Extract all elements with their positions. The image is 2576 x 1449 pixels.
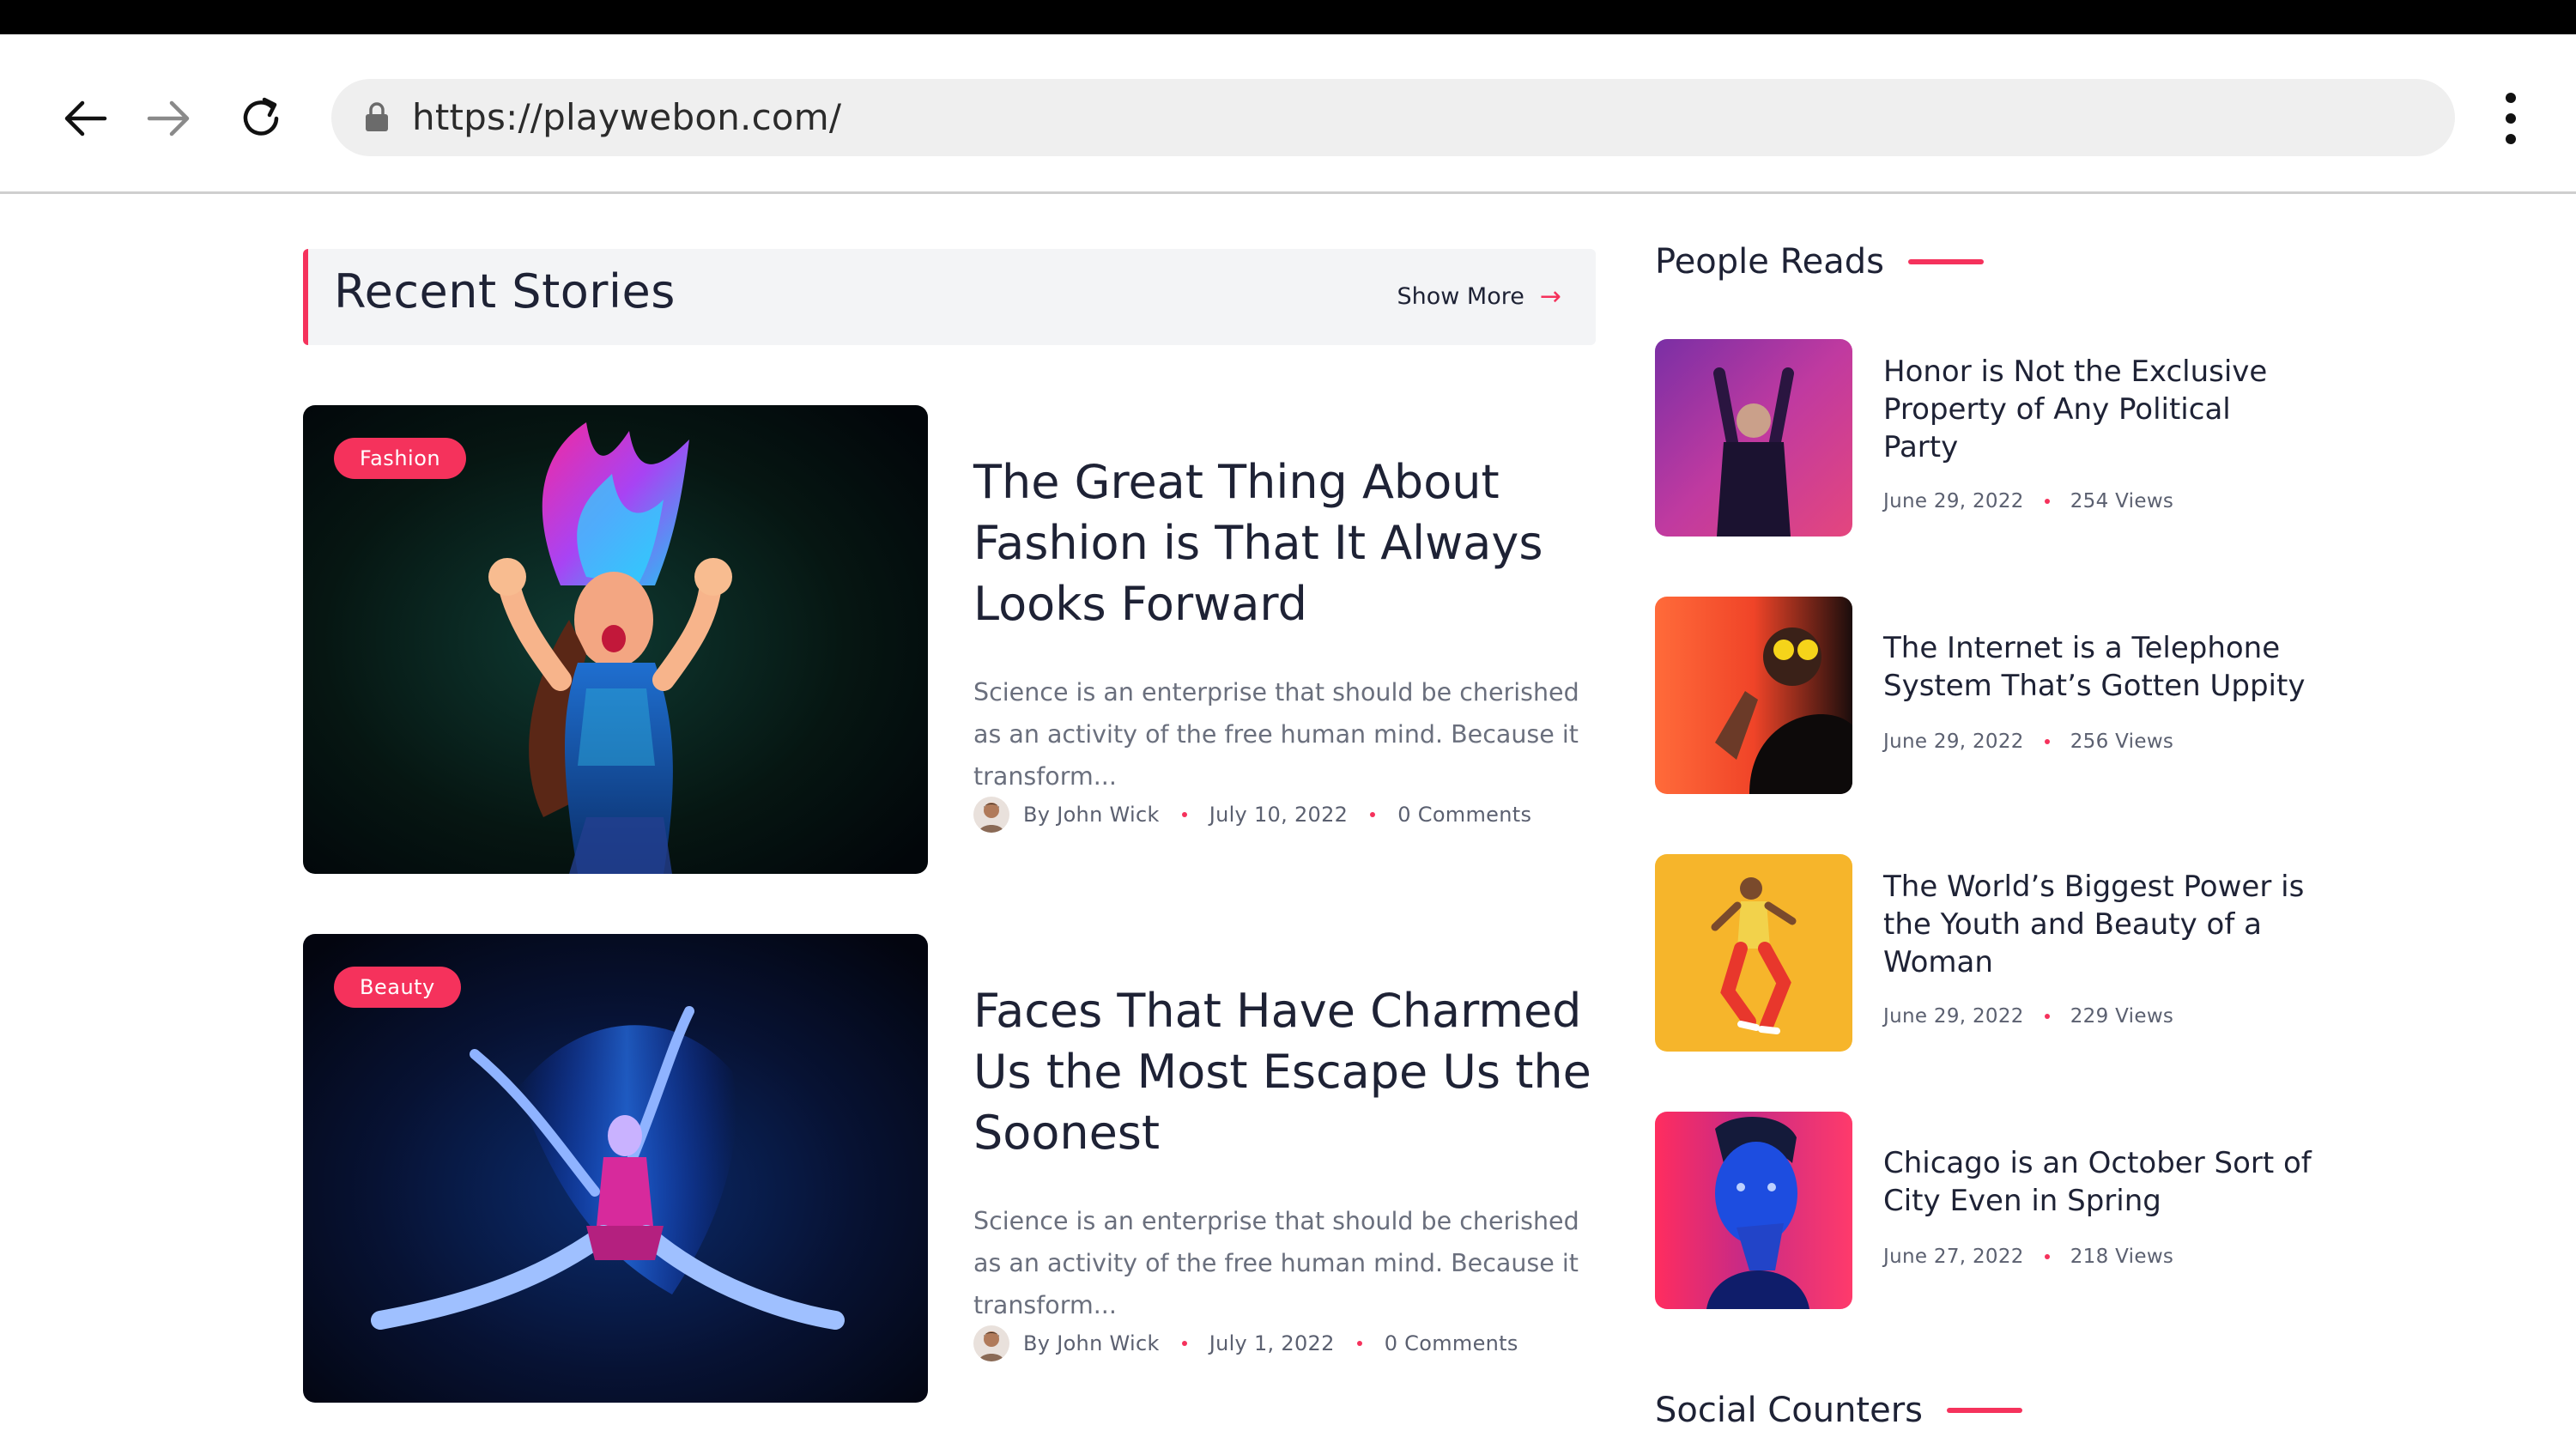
separator-dot [1356, 1341, 1362, 1346]
show-more-label: Show More [1397, 283, 1524, 310]
read-meta: June 29, 2022 256 Views [1883, 731, 2173, 753]
people-reads-heading: People Reads [1655, 242, 1984, 282]
read-title[interactable]: Honor is Not the Exclusive Property of A… [1883, 353, 2312, 466]
read-title[interactable]: Chicago is an October Sort of City Even … [1883, 1144, 2312, 1220]
heading-accent-line [1947, 1408, 2022, 1413]
forward-button[interactable] [134, 84, 203, 153]
read-views: 218 Views [2070, 1246, 2174, 1268]
address-bar[interactable]: https://playwebon.com/ [331, 79, 2455, 156]
author-link[interactable]: By John Wick [1023, 1331, 1160, 1355]
story-image[interactable]: Fashion [303, 405, 928, 874]
read-views: 229 Views [2070, 1005, 2174, 1028]
comments-link[interactable]: 0 Comments [1385, 1331, 1518, 1355]
section-title: Recent Stories [334, 264, 676, 318]
arrow-right-icon: → [1539, 282, 1561, 312]
people-read-item: Honor is Not the Exclusive Property of A… [1655, 339, 2324, 537]
recent-stories-header: Recent Stories Show More → [303, 249, 1596, 345]
separator-dot [2044, 739, 2050, 744]
show-more-link[interactable]: Show More → [1397, 282, 1561, 312]
post-date: July 10, 2022 [1209, 803, 1349, 827]
people-read-item: Chicago is an October Sort of City Even … [1655, 1112, 2324, 1309]
browser-menu-button[interactable] [2489, 82, 2532, 155]
read-title[interactable]: The World’s Biggest Power is the Youth a… [1883, 868, 2312, 981]
url-text: https://playwebon.com/ [412, 96, 842, 138]
avatar[interactable] [973, 1325, 1009, 1361]
separator-dot [2044, 1254, 2050, 1259]
reload-icon [243, 97, 279, 136]
back-button[interactable] [52, 84, 120, 153]
social-counters-title: Social Counters [1655, 1391, 1923, 1430]
separator-dot [1181, 812, 1187, 817]
read-title[interactable]: The Internet is a Telephone System That’… [1883, 629, 2312, 705]
read-thumbnail[interactable] [1655, 1112, 1852, 1309]
read-date: June 29, 2022 [1883, 731, 2024, 753]
author-link[interactable]: By John Wick [1023, 803, 1160, 827]
reload-button[interactable] [227, 84, 295, 153]
avatar[interactable] [973, 797, 1009, 833]
read-thumbnail[interactable] [1655, 854, 1852, 1052]
category-badge[interactable]: Fashion [334, 438, 467, 479]
heading-accent-line [1907, 259, 1984, 264]
read-date: June 27, 2022 [1883, 1246, 2024, 1268]
kebab-menu-icon [2506, 93, 2516, 103]
people-reads-title: People Reads [1655, 242, 1884, 282]
post-date: July 1, 2022 [1209, 1331, 1335, 1355]
separator-dot [1370, 812, 1376, 817]
separator-dot [1181, 1341, 1187, 1346]
arrow-right-icon [147, 100, 190, 136]
people-read-item: The World’s Biggest Power is the Youth a… [1655, 854, 2324, 1052]
read-views: 256 Views [2070, 731, 2174, 753]
separator-dot [2044, 499, 2050, 504]
browser-toolbar: https://playwebon.com/ [0, 34, 2576, 194]
category-badge[interactable]: Beauty [334, 967, 461, 1008]
read-thumbnail[interactable] [1655, 339, 1852, 537]
status-bar [0, 0, 2576, 34]
story-excerpt: Science is an enterprise that should be … [973, 1207, 1579, 1319]
read-meta: June 29, 2022 254 Views [1883, 490, 2173, 512]
story-excerpt: Science is an enterprise that should be … [973, 678, 1579, 791]
story-meta: By John Wick July 1, 2022 0 Comments [973, 1322, 1518, 1365]
read-meta: June 29, 2022 229 Views [1883, 1005, 2173, 1028]
read-views: 254 Views [2070, 490, 2174, 512]
read-thumbnail[interactable] [1655, 597, 1852, 794]
arrow-left-icon [64, 100, 107, 136]
story-card: Beauty Faces That Have Charmed Us the Mo… [303, 934, 1596, 1403]
read-date: June 29, 2022 [1883, 1005, 2024, 1028]
story-title[interactable]: The Great Thing About Fashion is That It… [973, 452, 1591, 634]
social-counters-heading: Social Counters [1655, 1391, 2022, 1430]
read-date: June 29, 2022 [1883, 490, 2024, 512]
story-card: Fashion The Great Thing About Fashion is… [303, 405, 1596, 874]
comments-link[interactable]: 0 Comments [1397, 803, 1531, 827]
lock-icon [366, 102, 388, 131]
read-meta: June 27, 2022 218 Views [1883, 1246, 2173, 1268]
story-image[interactable]: Beauty [303, 934, 928, 1403]
story-meta: By John Wick July 10, 2022 0 Comments [973, 793, 1531, 836]
story-title[interactable]: Faces That Have Charmed Us the Most Esca… [973, 980, 1591, 1163]
people-read-item: The Internet is a Telephone System That’… [1655, 597, 2324, 794]
separator-dot [2044, 1014, 2050, 1019]
